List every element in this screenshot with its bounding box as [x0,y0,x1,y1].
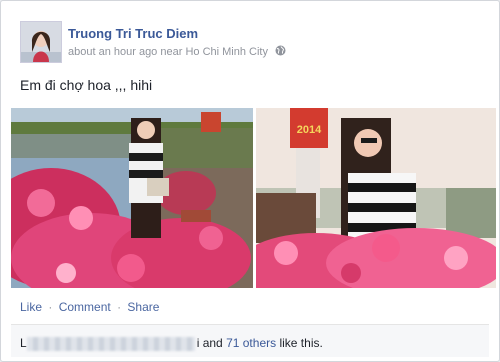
like-link[interactable]: Like [20,300,42,314]
share-link[interactable]: Share [127,300,159,314]
post-location[interactable]: Ho Chi Minh City [185,46,268,58]
blurred-names [26,336,195,351]
likes-name-tail: i [196,336,200,350]
others-link[interactable]: 71 others [226,336,276,350]
author-name[interactable]: Truong Tri Truc Diem [68,26,198,41]
post-photo-2[interactable]: 2014 [256,108,496,288]
likes-suffix: like this. [279,336,323,350]
post-meta: about an hour ago near Ho Chi Minh City [68,45,286,59]
near-word: near [160,45,183,58]
likes-prefix: L [20,336,27,350]
likes-and: and [202,336,223,350]
post-photo-1[interactable] [11,108,253,288]
post-time[interactable]: about an hour ago [68,46,157,58]
post-card: Truong Tri Truc Diem about an hour ago n… [0,0,500,362]
comment-link[interactable]: Comment [59,300,111,314]
likes-summary: Li and 71 others like this. [20,336,323,351]
separator: · [117,300,122,314]
sign-text: 2014 [297,124,322,136]
separator: · [48,300,53,314]
globe-icon[interactable] [275,45,286,59]
post-message: Em đi chợ hoa ,,, hihi [20,77,153,93]
post-actions: Like · Comment · Share [20,300,159,314]
author-avatar[interactable] [20,21,62,63]
